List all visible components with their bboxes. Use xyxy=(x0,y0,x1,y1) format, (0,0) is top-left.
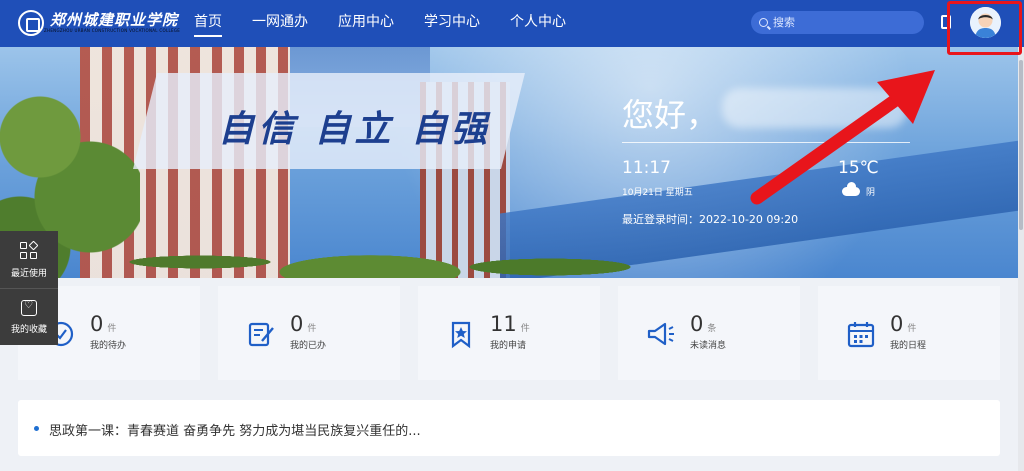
schedule-label: 我的日程 xyxy=(890,341,927,351)
scrollbar-thumb[interactable] xyxy=(1019,60,1023,230)
last-login-time: 最近登录时间：2022-10-20 09:20 xyxy=(622,213,799,226)
nav-personal-center[interactable]: 个人中心 xyxy=(510,0,566,47)
red-arrow-annotation xyxy=(750,70,935,205)
college-logo[interactable]: 郑州城建职业学院 ZHENGZHOU URBAN CONSTRUCTION VO… xyxy=(18,8,180,38)
card-my-done[interactable]: 0件 我的已办 xyxy=(218,286,400,380)
todo-label: 我的待办 xyxy=(90,341,127,351)
hero-trees-bottom xyxy=(120,222,640,278)
apps-grid-icon xyxy=(20,240,39,260)
recent-used-button[interactable]: 最近使用 xyxy=(0,231,58,288)
college-seal-icon xyxy=(18,10,44,36)
calendar-icon xyxy=(847,322,875,348)
search-box[interactable] xyxy=(751,11,924,34)
search-input[interactable] xyxy=(773,16,913,29)
avatar-highlight-box xyxy=(947,1,1022,55)
schedule-count: 0件 xyxy=(890,312,917,336)
current-time: 11:17 xyxy=(622,158,671,178)
todo-count: 0件 xyxy=(90,312,117,336)
nav-study-center[interactable]: 学习中心 xyxy=(424,0,480,47)
nav-one-stop-service[interactable]: 一网通办 xyxy=(252,0,308,47)
nav-home[interactable]: 首页 xyxy=(194,0,222,47)
unread-label: 未读消息 xyxy=(690,341,727,351)
favorites-icon xyxy=(21,300,37,316)
recent-used-label: 最近使用 xyxy=(10,269,47,279)
news-bullet xyxy=(34,426,39,431)
hero-slogan: 自信 自立 自强 xyxy=(218,108,492,150)
edit-doc-icon xyxy=(248,322,274,347)
card-my-schedule[interactable]: 0件 我的日程 xyxy=(818,286,1000,380)
logo-subtitle: ZHENGZHOU URBAN CONSTRUCTION VOCATIONAL … xyxy=(44,28,181,33)
applications-count: 11 件 xyxy=(490,312,530,336)
greeting-text: 您好， xyxy=(622,96,719,134)
top-nav-bar: 郑州城建职业学院 ZHENGZHOU URBAN CONSTRUCTION VO… xyxy=(0,0,1024,47)
bookmark-star-icon xyxy=(451,321,471,349)
main-nav: 首页 一网通办 应用中心 学习中心 个人中心 xyxy=(194,0,596,47)
done-label: 我的已办 xyxy=(290,341,327,351)
my-favorites-label: 我的收藏 xyxy=(10,325,47,335)
news-panel: 思政第一课：青春赛道 奋勇争先 努力成为堪当民族复兴重任的... xyxy=(18,400,1000,456)
unread-count: 0条 xyxy=(690,312,717,336)
current-date: 10月21日 星期五 xyxy=(622,188,693,198)
floating-sidebar: 最近使用 我的收藏 xyxy=(0,231,58,345)
done-count: 0件 xyxy=(290,312,317,336)
search-icon xyxy=(759,18,768,27)
megaphone-icon xyxy=(647,322,674,346)
logo-text: 郑州城建职业学院 xyxy=(50,11,179,29)
applications-label: 我的申请 xyxy=(490,341,527,351)
my-favorites-button[interactable]: 我的收藏 xyxy=(0,288,58,345)
nav-app-center[interactable]: 应用中心 xyxy=(338,0,394,47)
news-headline-link[interactable]: 思政第一课：青春赛道 奋勇争先 努力成为堪当民族复兴重任的... xyxy=(49,420,421,439)
card-unread-messages[interactable]: 0条 未读消息 xyxy=(618,286,800,380)
card-my-applications[interactable]: 11 件 我的申请 xyxy=(418,286,600,380)
